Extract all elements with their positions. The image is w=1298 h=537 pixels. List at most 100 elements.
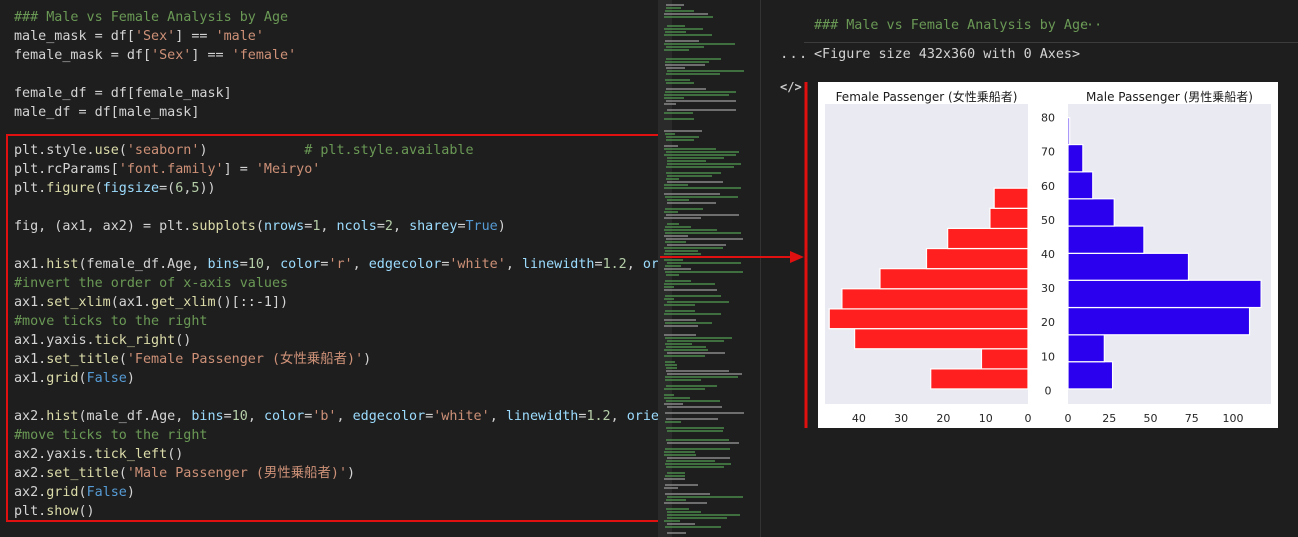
minimap-line [665,484,698,486]
minimap-line [664,148,716,150]
minimap-line [666,151,739,153]
minimap-line [667,202,716,204]
minimap-line [665,133,675,135]
subplot-title: Female Passenger (女性乗船者) [836,89,1018,104]
minimap-line [665,361,675,363]
code-line[interactable]: male_mask = df['Sex'] == 'male' [14,27,264,46]
minimap-line [664,112,693,114]
y-tick-label: 50 [1041,214,1055,227]
minimap-line [664,502,707,504]
minimap-line [667,301,729,303]
code-token: male_mask = df[ [14,29,135,44]
minimap-line [667,163,741,165]
minimap-line [667,181,723,183]
code-line[interactable]: female_mask = df['Sex'] == 'female' [14,46,296,65]
minimap-line [664,487,678,489]
histogram-bar [1067,334,1105,363]
minimap-line [664,289,717,291]
histogram-bar [989,207,1029,230]
minimap-line [667,517,727,519]
figure-text-output: <Figure size 432x360 with 0 Axes> [814,47,1081,62]
minimap-line [666,367,677,369]
minimap-line [667,496,743,498]
minimap-line [667,523,695,525]
minimap-line [664,118,694,120]
minimap[interactable] [658,0,748,537]
cell-divider [804,42,1298,43]
minimap-line [664,313,721,315]
minimap-line [664,217,701,219]
code-line[interactable]: male_df = df[male_mask] [14,103,199,122]
more-actions-button[interactable]: ... [780,46,808,62]
minimap-line [666,172,721,174]
x-tick-label: 100 [1223,412,1244,425]
x-tick-label: 50 [1144,412,1158,425]
minimap-line [664,388,705,390]
y-tick-label: 10 [1041,350,1055,363]
minimap-line [664,394,674,396]
minimap-line [665,493,710,495]
collapsed-ellipsis[interactable]: ··· [1078,18,1102,33]
minimap-line [665,337,732,339]
minimap-line [665,79,690,81]
minimap-line [666,256,712,258]
minimap-line [667,442,739,444]
minimap-line [664,49,689,51]
minimap-line [667,70,744,72]
histogram-bar [1067,117,1071,146]
histogram-bar [1067,171,1094,200]
minimap-line [666,370,729,372]
subplot-title: Male Passenger (男性乗船者) [1086,90,1253,104]
histogram-bar [828,308,1029,330]
x-tick-label: 25 [1102,412,1116,425]
minimap-line [664,187,741,189]
minimap-line [664,43,735,45]
minimap-line [664,298,674,300]
minimap-line [665,310,695,312]
minimap-line [666,100,736,102]
minimap-line [665,475,685,477]
code-icon[interactable]: </> [780,80,802,94]
x-tick-label: 30 [894,412,908,425]
minimap-line [664,235,688,237]
minimap-line [667,514,740,516]
minimap-line [664,268,691,270]
minimap-line [664,34,712,36]
minimap-line [665,31,686,33]
code-token: 'Sex' [151,48,192,63]
minimap-line [666,466,724,468]
minimap-line [666,67,685,69]
minimap-line [664,184,688,186]
minimap-line [665,280,691,282]
y-tick-label: 20 [1041,316,1055,329]
histogram-bar [1067,252,1190,281]
x-tick-label: 20 [936,412,950,425]
minimap-line [665,196,738,198]
minimap-line [664,94,729,96]
code-line[interactable]: female_df = df[female_mask] [14,84,232,103]
code-token: female_df = df[female_mask] [14,86,232,101]
minimap-line [667,472,685,474]
minimap-line [665,295,721,297]
code-line[interactable]: ### Male vs Female Analysis by Age [14,8,288,27]
minimap-line [666,139,694,141]
minimap-line [666,73,720,75]
histogram-bar [879,268,1029,290]
highlight-box [6,134,664,522]
minimap-line [667,244,726,246]
minimap-line [666,82,694,84]
minimap-line [664,28,703,30]
minimap-line [666,385,717,387]
minimap-line [664,325,698,327]
x-tick-label: 40 [852,412,866,425]
minimap-line [666,46,704,48]
code-token: male_df = df[male_mask] [14,105,200,120]
minimap-line [664,283,715,285]
minimap-line [667,511,701,513]
minimap-line [667,406,722,408]
minimap-line [666,7,681,9]
minimap-line [666,460,715,462]
minimap-line [664,145,678,147]
minimap-line [665,91,736,93]
chart-svg: 40 30 20 10 0Female Passenger (女性乗船者)0 25 50 75… [825,89,1271,425]
